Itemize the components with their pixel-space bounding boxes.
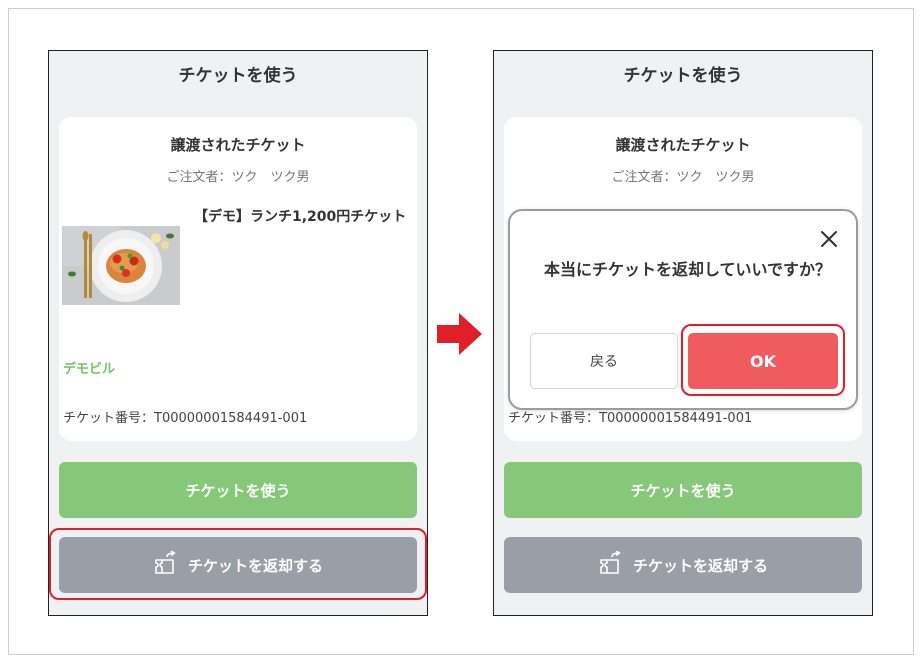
confirm-dialog: 本当にチケットを返却していいですか？ 戻る OK bbox=[508, 209, 858, 410]
orderer-name: ご注文者：ツク ツク男 bbox=[166, 170, 310, 185]
ticket-number: チケット番号：T00000001584491-001 bbox=[63, 411, 308, 426]
card-title: 譲渡されたチケット bbox=[615, 136, 751, 154]
right-arrow-icon bbox=[437, 313, 483, 359]
return-ticket-button[interactable]: チケットを返却する bbox=[59, 537, 417, 593]
pasta-food-image bbox=[62, 226, 180, 305]
return-ticket-label: チケットを返却する bbox=[187, 556, 323, 575]
close-icon[interactable] bbox=[818, 228, 840, 250]
shop-name: デモビル bbox=[63, 362, 116, 377]
use-ticket-label: チケットを使う bbox=[630, 481, 736, 500]
ok-button[interactable]: OK bbox=[688, 333, 838, 389]
use-ticket-button[interactable]: チケットを使う bbox=[59, 462, 417, 518]
back-button-label: 戻る bbox=[590, 354, 618, 370]
page-title: チケットを使う bbox=[178, 66, 298, 86]
ok-button-label: OK bbox=[750, 351, 776, 371]
page-title: チケットを使う bbox=[623, 66, 743, 86]
phone-screen-after: チケットを使う 譲渡されたチケット ご注文者：ツク ツク男 チケット番号：T00… bbox=[493, 50, 873, 616]
return-ticket-button[interactable]: チケットを返却する bbox=[504, 537, 862, 593]
return-ticket-icon bbox=[598, 550, 633, 579]
dialog-message: 本当にチケットを返却していいですか？ bbox=[544, 260, 832, 279]
phone-screen-before: チケットを使う 譲渡されたチケット ご注文者：ツク ツク男 【デモ】ランチ1,2… bbox=[48, 50, 428, 616]
use-ticket-label: チケットを使う bbox=[185, 481, 291, 500]
ticket-card: 譲渡されたチケット ご注文者：ツク ツク男 【デモ】ランチ1,200円チケット … bbox=[59, 117, 417, 441]
product-name: 【デモ】ランチ1,200円チケット bbox=[194, 209, 407, 225]
card-title: 譲渡されたチケット bbox=[170, 136, 306, 154]
return-ticket-icon bbox=[153, 550, 188, 579]
use-ticket-button[interactable]: チケットを使う bbox=[504, 462, 862, 518]
orderer-name: ご注文者：ツク ツク男 bbox=[611, 170, 755, 185]
return-ticket-label: チケットを返却する bbox=[632, 556, 768, 575]
back-button[interactable]: 戻る bbox=[530, 333, 678, 389]
